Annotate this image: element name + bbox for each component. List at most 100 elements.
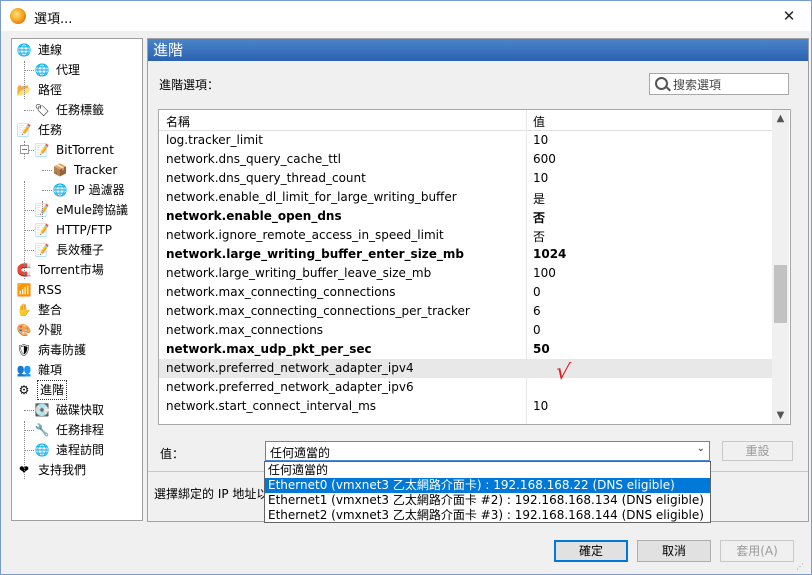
table-row[interactable]: network.max_udp_pkt_per_sec 50	[159, 340, 772, 359]
tree-connector	[24, 450, 34, 451]
table-row[interactable]: network.max_connecting_connections_per_t…	[159, 302, 772, 321]
tree-item[interactable]: 📝 BitTorrent	[12, 141, 140, 159]
scroll-up-arrow-icon[interactable]: ▲	[772, 110, 789, 127]
search-icon	[655, 77, 668, 90]
tree-item[interactable]: 📶 RSS	[12, 281, 140, 299]
tree-item-label: Tracker	[74, 163, 118, 177]
value-combobox[interactable]: 任何適當的 ⌄	[265, 441, 710, 461]
tree-item-label: 外觀	[38, 323, 63, 337]
table-row[interactable]: network.large_writing_buffer_leave_size_…	[159, 264, 772, 283]
option-value-cell: 否	[533, 211, 546, 225]
tree-item[interactable]: 💽 磁碟快取	[12, 401, 140, 419]
window-title: 選項...	[34, 12, 73, 27]
table-row[interactable]: network.dns_query_cache_ttl 600	[159, 150, 772, 169]
dropdown-option[interactable]: 任何適當的	[265, 463, 710, 478]
table-row[interactable]: network.max_connecting_connections 0	[159, 283, 772, 302]
tree-item-label: 整合	[38, 303, 63, 317]
option-name-cell: network.start_connect_interval_ms	[166, 399, 377, 413]
option-value-cell: 600	[533, 152, 556, 166]
tree-item[interactable]: 📂 路徑	[12, 81, 140, 99]
table-row[interactable]: network.start_connect_interval_ms 10	[159, 397, 772, 416]
ok-button[interactable]: 確定	[554, 540, 628, 562]
column-header-value[interactable]: 值	[533, 113, 545, 130]
option-name-cell: network.ignore_remote_access_in_speed_li…	[166, 228, 444, 242]
tree-item-label: 連線	[38, 43, 63, 57]
tree-item[interactable]: 🌐 連線	[12, 41, 140, 59]
column-header-name[interactable]: 名稱	[166, 113, 190, 130]
option-name-cell: network.max_connecting_connections	[166, 285, 396, 299]
tree-connector	[24, 61, 25, 99]
tree-connector	[24, 181, 25, 279]
tree-item[interactable]: 📝 HTTP/FTP	[12, 221, 140, 239]
options-tree[interactable]: 🌐 連線 🌐 代理 📂 路徑 🏷 任務標籤 📝 任務 📝 BitTorrent 📦 Tracker 🌐 IP …	[11, 38, 143, 521]
appearance-icon: 🎨	[16, 323, 32, 337]
close-icon: ✕	[782, 7, 796, 25]
search-input[interactable]: 搜索選項	[649, 73, 789, 95]
collapse-icon[interactable]: −	[20, 145, 29, 154]
tree-connector	[24, 250, 34, 251]
tree-connector	[42, 170, 52, 171]
table-row[interactable]: log.tracker_limit 10	[159, 131, 772, 150]
globe-icon: 🌐	[52, 183, 68, 197]
dropdown-option[interactable]: Ethernet2 (vmxnet3 乙太網路介面卡 #3) : 192.168…	[265, 508, 710, 523]
option-value-cell: 10	[533, 399, 549, 413]
tree-item-label: IP 過濾器	[74, 183, 125, 197]
tree-connector	[24, 421, 25, 479]
table-row[interactable]: network.preferred_network_adapter_ipv4	[159, 359, 772, 378]
option-value-cell: 6	[533, 304, 541, 318]
tree-item[interactable]: 📝 eMule跨協議	[12, 201, 140, 219]
advanced-panel: 進階 進階選項： 搜索選項 名稱 值 log.tracker_limit 10 ne…	[147, 38, 809, 522]
cancel-button[interactable]: 取消	[637, 540, 711, 562]
table-row[interactable]: network.enable_open_dns 否	[159, 207, 772, 226]
tree-item[interactable]: ✋ 整合	[12, 301, 140, 319]
tree-item[interactable]: 🎨 外觀	[12, 321, 140, 339]
option-value-cell: 10	[533, 171, 549, 185]
tree-connector	[24, 210, 34, 211]
tree-item[interactable]: 🌐 IP 過濾器	[12, 181, 140, 199]
scrollbar-thumb[interactable]	[774, 264, 787, 323]
tree-item[interactable]: 📝 任務	[12, 121, 140, 139]
tree-item-label: RSS	[38, 283, 62, 297]
grid-scrollbar[interactable]: ▲ ▼	[772, 110, 789, 424]
table-row[interactable]: network.max_connections 0	[159, 321, 772, 340]
dropdown-option[interactable]: Ethernet1 (vmxnet3 乙太網路介面卡 #2) : 192.168…	[265, 493, 710, 508]
options-grid[interactable]: 名稱 值 log.tracker_limit 10 network.dns_quer…	[158, 109, 791, 425]
table-row[interactable]: network.dns_query_thread_count 10	[159, 169, 772, 188]
option-name-cell: network.preferred_network_adapter_ipv6	[166, 380, 414, 394]
tree-item[interactable]: 🌐 遠程訪問	[12, 441, 140, 459]
title-bar: 選項... ✕	[1, 1, 811, 31]
tree-item[interactable]: 🔧 任務排程	[12, 421, 140, 439]
tree-item[interactable]: 🧲 Torrent市場	[12, 261, 140, 279]
dropdown-option[interactable]: Ethernet0 (vmxnet3 乙太網路介面卡) : 192.168.16…	[265, 478, 710, 493]
shield-icon: 🛡	[16, 343, 32, 357]
scroll-down-arrow-icon[interactable]: ▼	[772, 407, 789, 424]
tree-connector	[24, 230, 34, 231]
tree-item[interactable]: 📝 長效種子	[12, 241, 140, 259]
close-button[interactable]: ✕	[769, 1, 809, 31]
value-label: 值：	[160, 447, 185, 461]
table-row[interactable]: network.enable_dl_limit_for_large_writin…	[159, 188, 772, 207]
table-row[interactable]: network.ignore_remote_access_in_speed_li…	[159, 226, 772, 245]
option-value-cell: 100	[533, 266, 556, 280]
resize-grip-icon[interactable]: ⋰	[796, 562, 806, 572]
tree-item[interactable]: 🌐 代理	[12, 61, 140, 79]
chevron-down-icon[interactable]: ⌄	[697, 443, 705, 454]
table-row[interactable]: network.preferred_network_adapter_ipv6	[159, 378, 772, 397]
description-text: 選擇綁定的 IP 地址以	[154, 487, 269, 501]
reset-button[interactable]: 重設	[722, 441, 793, 461]
tree-item[interactable]: ⚙ 進階	[12, 380, 140, 400]
tree-item-label: 代理	[56, 63, 81, 77]
option-name-cell: network.max_connecting_connections_per_t…	[166, 304, 470, 318]
tree-connector	[42, 201, 43, 219]
option-name-cell: network.dns_query_cache_ttl	[166, 152, 341, 166]
apply-button[interactable]: 套用(A)	[720, 540, 794, 562]
option-name-cell: network.max_udp_pkt_per_sec	[166, 342, 372, 356]
tree-item[interactable]: 📦 Tracker	[12, 161, 140, 179]
tree-item[interactable]: 🛡 病毒防護	[12, 341, 140, 359]
option-value-cell: 0	[533, 323, 541, 337]
tree-item[interactable]: 🏷 任務標籤	[12, 101, 140, 119]
value-dropdown-list[interactable]: 任何適當的 Ethernet0 (vmxnet3 乙太網路介面卡) : 192.1…	[264, 461, 711, 523]
tree-item[interactable]: ❤ 支持我們	[12, 461, 140, 479]
tree-item[interactable]: 👥 雜項	[12, 361, 140, 379]
table-row[interactable]: network.large_writing_buffer_enter_size_…	[159, 245, 772, 264]
